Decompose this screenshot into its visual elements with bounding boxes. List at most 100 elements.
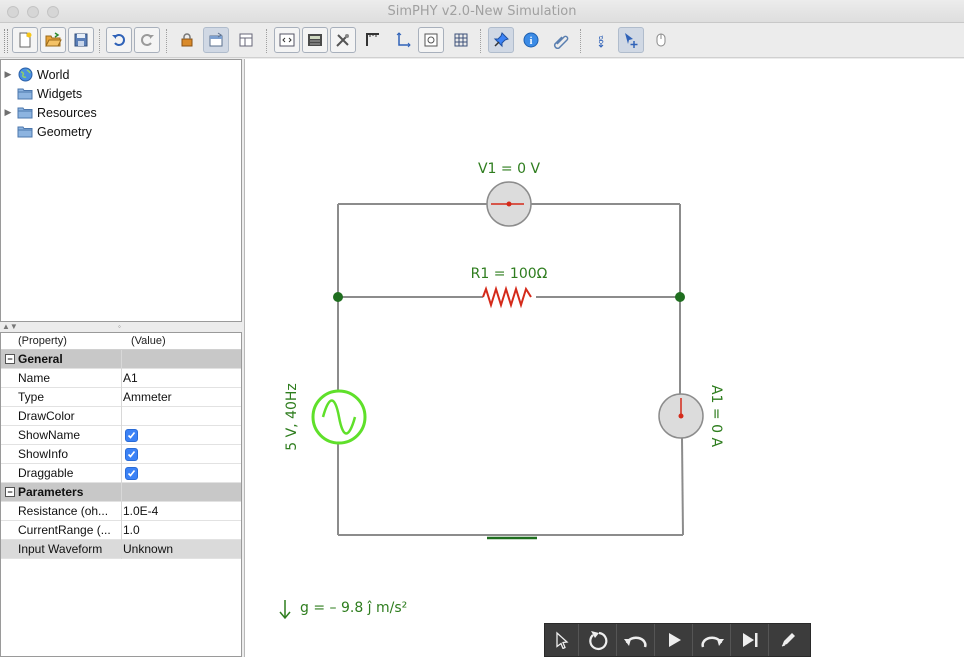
pointer-button[interactable] bbox=[545, 624, 579, 656]
property-value[interactable]: A1 bbox=[123, 371, 138, 385]
title-bar: SimPHY v2.0-New Simulation bbox=[0, 0, 964, 23]
pin-button[interactable] bbox=[488, 27, 514, 53]
junction-node-right[interactable] bbox=[675, 292, 685, 302]
tree-item-resources[interactable]: ▶ Resources bbox=[1, 103, 97, 122]
gravity-arrow-icon bbox=[279, 600, 291, 620]
mouse-icon bbox=[656, 33, 666, 47]
collapse-icon[interactable]: − bbox=[5, 487, 15, 497]
voltmeter-v1[interactable] bbox=[486, 181, 532, 227]
redo-step-button[interactable] bbox=[693, 624, 731, 656]
redo-button[interactable] bbox=[134, 27, 160, 53]
tree-item-world[interactable]: ▶ World bbox=[1, 65, 69, 84]
category-general[interactable]: − General bbox=[1, 350, 241, 369]
undo-button[interactable] bbox=[106, 27, 132, 53]
property-key: ShowInfo bbox=[18, 447, 69, 461]
layout-button[interactable] bbox=[233, 27, 259, 53]
window-title: SimPHY v2.0-New Simulation bbox=[387, 4, 577, 19]
property-value[interactable]: Unknown bbox=[123, 542, 173, 556]
property-value[interactable]: 1.0 bbox=[123, 523, 140, 537]
property-row[interactable]: Input Waveform Unknown bbox=[1, 540, 241, 559]
value-column-header: (Value) bbox=[131, 335, 166, 347]
select-move-button[interactable] bbox=[618, 27, 644, 53]
property-row[interactable]: Draggable bbox=[1, 464, 241, 483]
property-row[interactable]: DrawColor bbox=[1, 407, 241, 426]
tools-button[interactable] bbox=[330, 27, 356, 53]
globe-icon bbox=[17, 67, 33, 82]
mouse-button[interactable] bbox=[648, 27, 674, 53]
expand-arrow-icon[interactable]: ▶ bbox=[1, 69, 15, 80]
property-key: DrawColor bbox=[18, 409, 75, 423]
main-toolbar: i g bbox=[0, 23, 964, 58]
calculator-icon bbox=[308, 34, 322, 46]
snapshot-button[interactable] bbox=[418, 27, 444, 53]
undo-step-button[interactable] bbox=[617, 624, 655, 656]
ac-source[interactable] bbox=[311, 389, 367, 445]
ruler-button[interactable] bbox=[360, 27, 386, 53]
checkmark-icon bbox=[127, 451, 136, 458]
property-row[interactable]: CurrentRange (... 1.0 bbox=[1, 521, 241, 540]
property-key: Type bbox=[18, 390, 45, 404]
code-button[interactable] bbox=[274, 27, 300, 53]
toolbar-grip[interactable] bbox=[4, 29, 8, 53]
step-end-icon bbox=[742, 633, 757, 647]
tree-item-label: Geometry bbox=[37, 124, 92, 139]
properties-button[interactable] bbox=[203, 27, 229, 53]
tree-item-geometry[interactable]: Geometry bbox=[1, 122, 92, 141]
property-key: Draggable bbox=[18, 466, 74, 480]
svg-text:g: g bbox=[599, 33, 604, 44]
ammeter-a1[interactable] bbox=[658, 393, 704, 439]
save-button[interactable] bbox=[68, 27, 94, 53]
properties-icon bbox=[209, 32, 223, 47]
collapse-icon[interactable]: − bbox=[5, 354, 15, 364]
checkbox-checked[interactable] bbox=[125, 448, 138, 461]
simulation-canvas[interactable]: V1 = 0 V R1 = 100Ω 5 V, 40Hz A1 = 0 A g … bbox=[244, 59, 964, 657]
pen-button[interactable] bbox=[769, 624, 807, 656]
select-move-icon bbox=[625, 33, 638, 48]
property-sheet: (Property) (Value) − General Name A1 Type Amm… bbox=[0, 332, 242, 657]
app-window: SimPHY v2.0-New Simulation i g ▶ World W… bbox=[0, 0, 964, 657]
split-handle[interactable]: ▲▼ ◦ bbox=[0, 322, 242, 332]
property-row[interactable]: ShowName bbox=[1, 426, 241, 445]
tree-item-label: Widgets bbox=[37, 86, 83, 101]
scene-tree: ▶ World Widgets ▶ Resources Geometry bbox=[0, 59, 242, 322]
property-row[interactable]: Type Ammeter bbox=[1, 388, 241, 407]
new-icon bbox=[19, 32, 32, 48]
play-button[interactable] bbox=[655, 624, 693, 656]
gravity-label: g = – 9.8 ĵ m/s² bbox=[300, 600, 407, 616]
tree-item-label: Resources bbox=[37, 105, 97, 120]
property-value[interactable]: Ammeter bbox=[123, 390, 172, 404]
new-button[interactable] bbox=[12, 27, 38, 53]
info-button[interactable]: i bbox=[518, 27, 544, 53]
property-value[interactable]: 1.0E-4 bbox=[123, 504, 158, 518]
svg-text:i: i bbox=[530, 36, 533, 47]
voltmeter-label: V1 = 0 V bbox=[478, 161, 540, 177]
checkbox-checked[interactable] bbox=[125, 467, 138, 480]
calculator-button[interactable] bbox=[302, 27, 328, 53]
property-row[interactable]: Name A1 bbox=[1, 369, 241, 388]
tools-icon bbox=[336, 34, 349, 47]
tree-item-widgets[interactable]: Widgets bbox=[1, 84, 82, 103]
gravity-button[interactable]: g bbox=[588, 27, 614, 53]
folder-icon bbox=[17, 106, 33, 120]
play-icon bbox=[668, 633, 681, 647]
category-parameters[interactable]: − Parameters bbox=[1, 483, 241, 502]
folder-icon bbox=[17, 125, 33, 139]
lock-button[interactable] bbox=[174, 27, 200, 53]
resistor-label: R1 = 100Ω bbox=[471, 266, 548, 282]
grid-button[interactable] bbox=[448, 27, 474, 53]
axes-button[interactable] bbox=[390, 27, 416, 53]
pin-icon bbox=[493, 32, 509, 48]
resistor-r1[interactable] bbox=[482, 285, 532, 309]
reset-button[interactable] bbox=[579, 624, 617, 656]
open-button[interactable] bbox=[40, 27, 66, 53]
category-label: General bbox=[18, 352, 63, 366]
property-key: Resistance (oh... bbox=[18, 504, 109, 518]
property-row[interactable]: Resistance (oh... 1.0E-4 bbox=[1, 502, 241, 521]
checkbox-checked[interactable] bbox=[125, 429, 138, 442]
property-row[interactable]: ShowInfo bbox=[1, 445, 241, 464]
clip-button[interactable] bbox=[548, 27, 574, 53]
property-key: CurrentRange (... bbox=[18, 523, 111, 537]
junction-node-left[interactable] bbox=[333, 292, 343, 302]
expand-arrow-icon[interactable]: ▶ bbox=[1, 107, 15, 118]
step-end-button[interactable] bbox=[731, 624, 769, 656]
